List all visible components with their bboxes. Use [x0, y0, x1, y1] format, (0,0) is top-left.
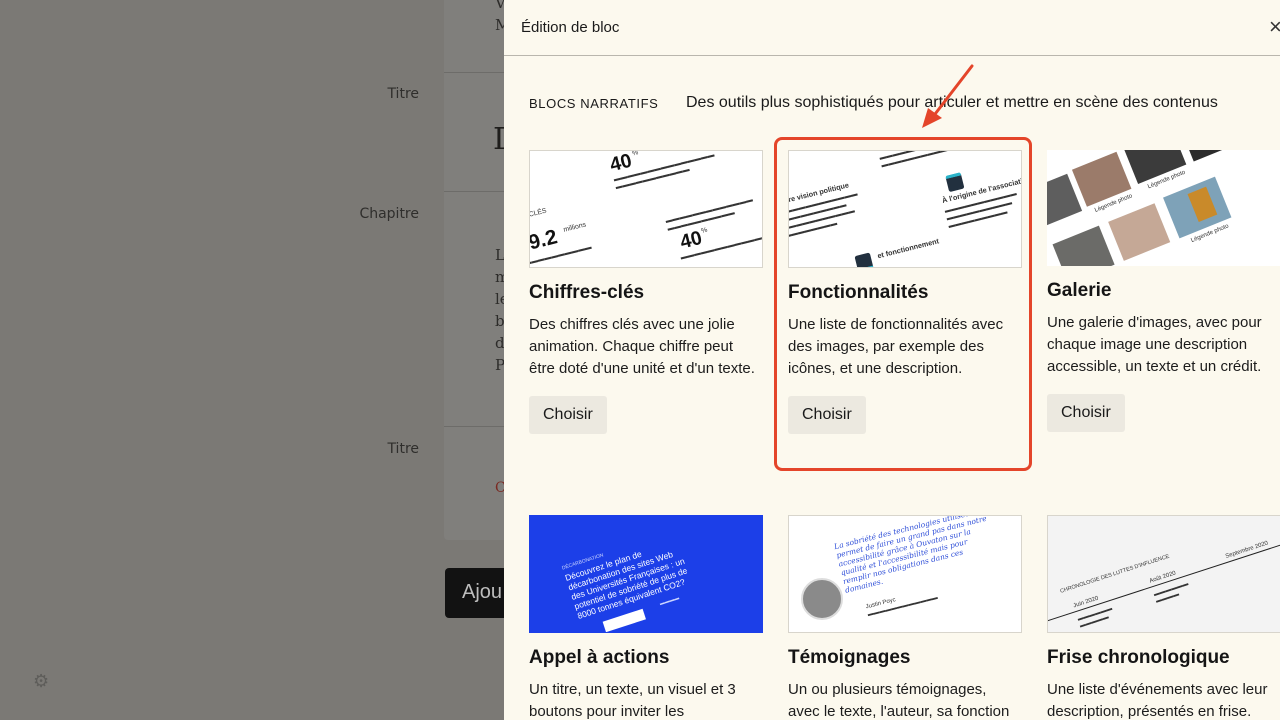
- card-description: Un ou plusieurs témoignages, avec le tex…: [788, 681, 1010, 720]
- block-card-key-figures: 40 % ▬▬▬▬▬▬▬▬▬▬▬▬▬▬▬ ▬▬▬▬▬▬▬▬▬▬▬ RES CLÉ…: [529, 150, 763, 434]
- gear-icon: ⚙: [33, 671, 50, 691]
- close-icon[interactable]: ×: [1269, 14, 1280, 40]
- block-card-call-to-action: DÉCARBONATION Découvrez le plan de décar…: [529, 515, 763, 720]
- thumb-unit: millions: [562, 221, 587, 235]
- field-label-chapter: Chapitre: [359, 206, 419, 222]
- thumb-label: RES CLÉS: [529, 207, 548, 223]
- author-avatar: [801, 578, 843, 620]
- card-description: Une galerie d'images, avec pour chaque i…: [1047, 314, 1262, 375]
- choose-key-figures-button[interactable]: Choisir: [529, 396, 607, 434]
- card-title: Frise chronologique: [1047, 647, 1230, 668]
- card-description: Des chiffres clés avec une jolie animati…: [529, 316, 755, 377]
- gallery-thumbnail: Légende photo Légende photo Légende phot…: [1047, 150, 1280, 266]
- card-title: Appel à actions: [529, 647, 670, 668]
- timeline-thumbnail: CHRONOLOGIE DES LUTTES D'INFLUENCE Juin …: [1047, 515, 1280, 633]
- section-tag: BLOCS NARRATIFS: [529, 96, 659, 111]
- thumb-unit: %: [631, 150, 640, 158]
- thumb-quote: La sobriété des technologies utilisées p…: [833, 515, 988, 595]
- field-label-title: Titre: [387, 441, 419, 457]
- thumb-unit: %: [700, 227, 709, 236]
- annotation-arrow-icon: [922, 64, 974, 128]
- card-title: Témoignages: [788, 647, 911, 668]
- card-title: Galerie: [1047, 280, 1112, 301]
- field-label-title: Titre: [387, 86, 419, 102]
- panel-title: Édition de bloc: [521, 19, 620, 36]
- card-title: Chiffres-clés: [529, 282, 645, 303]
- call-to-action-thumbnail: DÉCARBONATION Découvrez le plan de décar…: [529, 515, 763, 633]
- card-description: Un titre, un texte, un visuel et 3 bouto…: [529, 681, 736, 720]
- highlight-box: [774, 137, 1032, 471]
- block-edit-panel: Édition de bloc × BLOCS NARRATIFS Des ou…: [504, 0, 1280, 720]
- key-figures-thumbnail: 40 % ▬▬▬▬▬▬▬▬▬▬▬▬▬▬▬ ▬▬▬▬▬▬▬▬▬▬▬ RES CLÉ…: [529, 150, 763, 268]
- thumb-heading: CHRONOLOGIE DES LUTTES D'INFLUENCE: [1059, 553, 1171, 595]
- block-card-testimonials: La sobriété des technologies utilisées p…: [788, 515, 1022, 720]
- choose-gallery-button[interactable]: Choisir: [1047, 394, 1125, 432]
- card-description: Une liste d'événements avec leur descrip…: [1047, 681, 1268, 720]
- thumb-text: Découvrez le plan de décarbonation des s…: [563, 548, 689, 621]
- thumb-button: [602, 608, 646, 632]
- testimonials-thumbnail: La sobriété des technologies utilisées p…: [788, 515, 1022, 633]
- block-card-timeline: CHRONOLOGIE DES LUTTES D'INFLUENCE Juin …: [1047, 515, 1280, 720]
- block-card-gallery: Légende photo Légende photo Légende phot…: [1047, 150, 1280, 432]
- panel-header: Édition de bloc ×: [504, 0, 1280, 56]
